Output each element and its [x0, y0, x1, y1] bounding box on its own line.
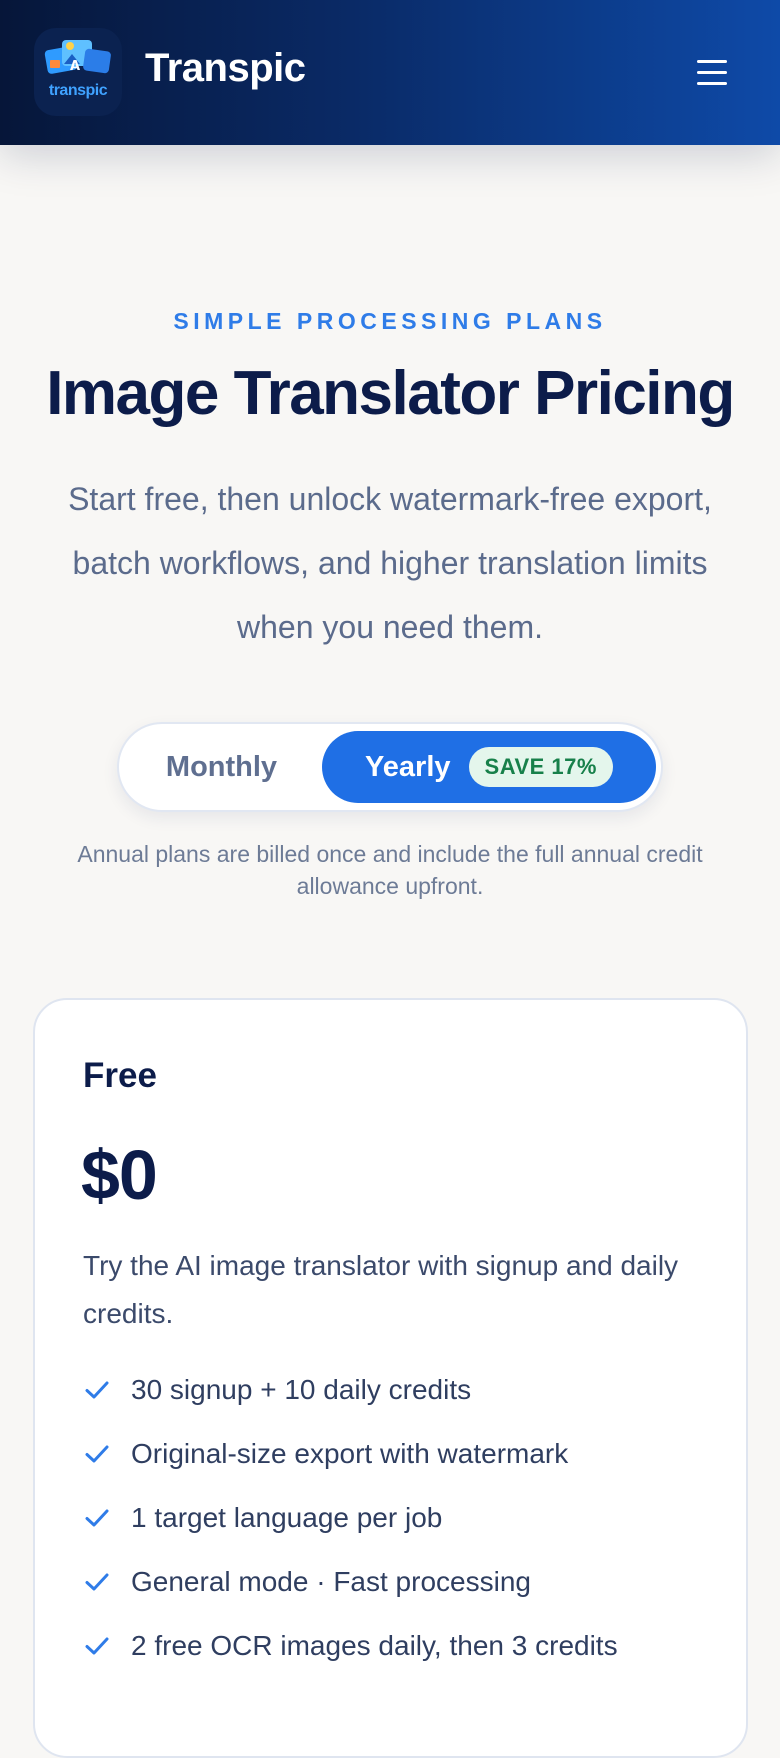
- section-eyebrow: SIMPLE PROCESSING PLANS: [173, 308, 607, 334]
- logo-wordmark: transpic: [48, 82, 108, 99]
- hamburger-icon: [697, 59, 727, 63]
- check-icon: [85, 1445, 109, 1463]
- plan-name: Free: [83, 1056, 157, 1095]
- site-header: A transpic Transpic: [0, 0, 780, 145]
- plan-price: $0: [81, 1136, 158, 1214]
- billing-yearly-option[interactable]: Yearly SAVE 17%: [322, 731, 656, 803]
- hamburger-icon-line: [697, 81, 727, 85]
- check-icon: [85, 1381, 109, 1399]
- logo-graphic-icon: A: [44, 40, 111, 74]
- feature-text: 30 signup + 10 daily credits: [131, 1374, 472, 1405]
- feature-text: 2 free OCR images daily, then 3 credits: [131, 1630, 618, 1661]
- check-icon: [85, 1573, 109, 1591]
- brand-logo[interactable]: A transpic: [34, 28, 122, 116]
- page-title: Image Translator Pricing: [46, 359, 735, 428]
- check-icon: [85, 1509, 109, 1527]
- list-item: 2 free OCR images daily, then 3 credits: [83, 1614, 618, 1678]
- page-subtitle: Start free, then unlock watermark-free e…: [68, 481, 712, 645]
- plan-description: Try the AI image translator with signup …: [83, 1250, 679, 1329]
- list-item: 30 signup + 10 daily credits: [83, 1358, 618, 1422]
- feature-text: General mode · Fast processing: [131, 1566, 531, 1597]
- billing-period-toggle: Monthly Yearly SAVE 17%: [117, 722, 663, 812]
- billing-yearly-label: Yearly: [365, 750, 451, 783]
- check-icon: [85, 1637, 109, 1655]
- hamburger-menu-button[interactable]: [684, 50, 740, 94]
- list-item: 1 target language per job: [83, 1486, 618, 1550]
- brand-name[interactable]: Transpic: [145, 46, 306, 91]
- svg-text:A: A: [70, 59, 80, 74]
- billing-monthly-option[interactable]: Monthly: [119, 724, 324, 810]
- plan-card-free: Free $0 Try the AI image translator with…: [33, 998, 748, 1758]
- feature-text: 1 target language per job: [131, 1502, 443, 1533]
- list-item: General mode · Fast processing: [83, 1550, 618, 1614]
- hamburger-icon-line: [697, 70, 727, 74]
- feature-text: Original-size export with watermark: [131, 1438, 569, 1469]
- save-badge: SAVE 17%: [468, 747, 613, 787]
- list-item: Original-size export with watermark: [83, 1422, 618, 1486]
- billing-note: Annual plans are billed once and include…: [77, 841, 703, 899]
- plan-feature-list: 30 signup + 10 daily credits Original-si…: [83, 1358, 618, 1678]
